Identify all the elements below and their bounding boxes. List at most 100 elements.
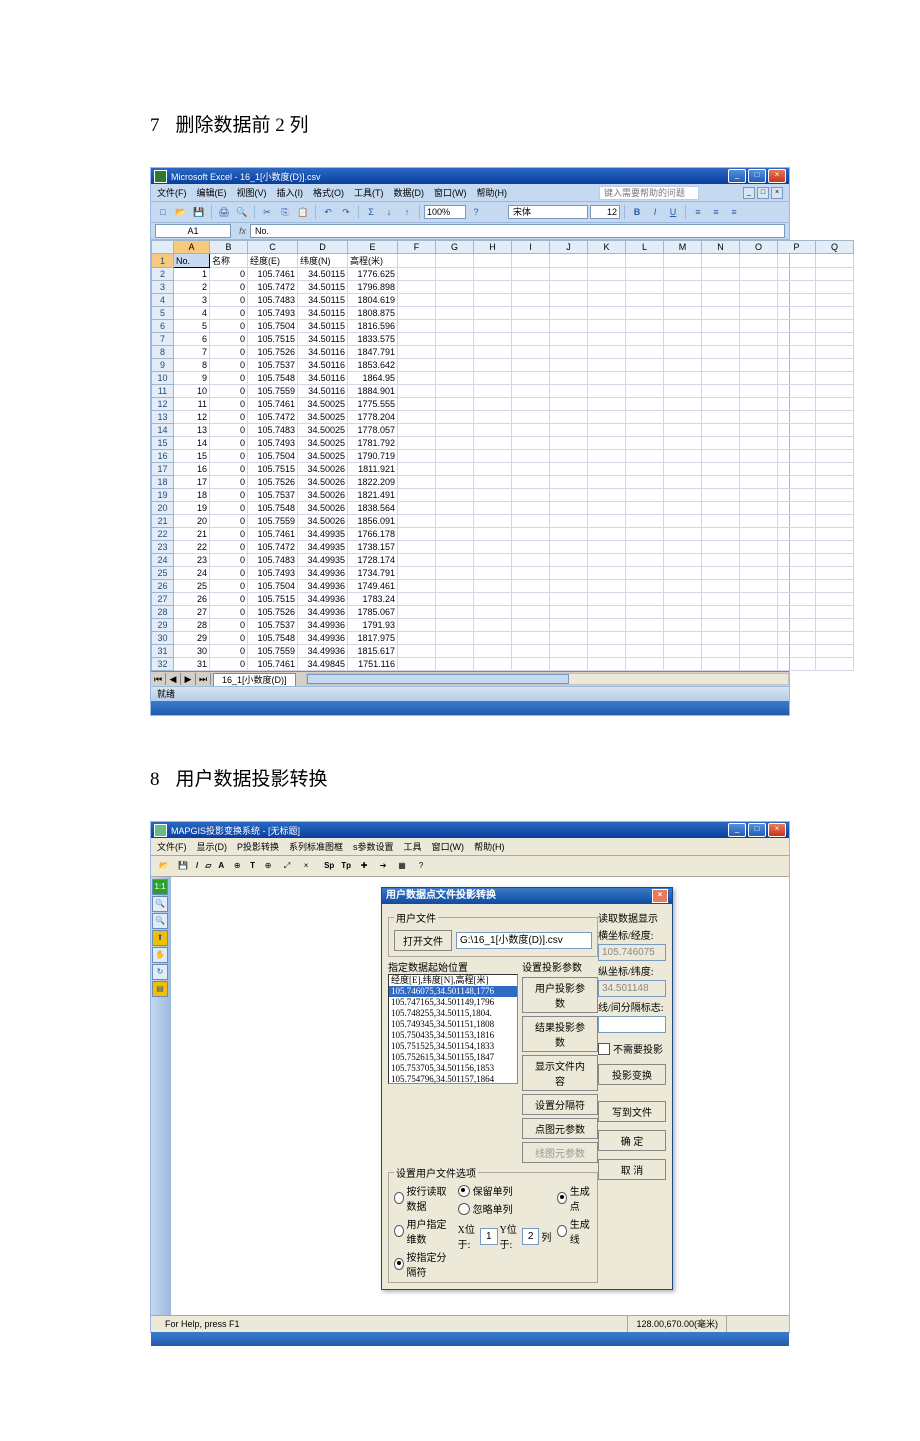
home-icon[interactable]: ⬆ [152,930,168,946]
tool-x[interactable]: × [297,858,315,874]
menu-window[interactable]: 窗口(W) [432,840,465,853]
no-proj-checkbox[interactable]: 不需要投影 [598,1041,666,1056]
table-row[interactable]: 210105.746134.501151776.625 [152,268,854,281]
table-row[interactable]: 28270105.752634.499361785.067 [152,606,854,619]
menu-window[interactable]: 窗口(W) [434,186,467,199]
table-row[interactable]: 870105.752634.501161847.791 [152,346,854,359]
zoom-combo[interactable]: 100% [424,205,466,219]
tool-Tp[interactable]: Tp [338,858,354,874]
tool-target[interactable]: ⊕ [228,858,246,874]
tool-line[interactable]: / [193,858,201,874]
maximize-button[interactable]: □ [748,823,766,837]
table-row[interactable]: 980105.753734.501161853.642 [152,359,854,372]
paste-icon[interactable]: 📋 [295,204,311,220]
name-box[interactable]: A1 [155,224,231,238]
list-item[interactable]: 105.747165,34.501149,1796 [389,997,517,1008]
fontsize-combo[interactable]: 12 [590,205,620,219]
doc-close[interactable]: × [771,187,783,199]
new-icon[interactable]: □ [155,204,171,220]
proj-transform-button[interactable]: 投影变换 [598,1064,666,1085]
x-pos-field[interactable]: 1 [480,1228,498,1245]
open-icon[interactable]: 📂 [155,858,173,874]
table-row[interactable]: 29280105.753734.499361791.93 [152,619,854,632]
user-proj-button[interactable]: 用户投影参数 [522,977,598,1013]
formula-bar[interactable]: No. [250,224,785,238]
table-row[interactable]: 1090105.754834.501161864.95 [152,372,854,385]
col-hdr-D[interactable]: D [298,241,348,254]
menu-file[interactable]: 文件(F) [157,186,187,199]
dialog-close-icon[interactable]: × [652,889,668,903]
tab-next-icon[interactable]: ▶ [181,673,196,685]
radio-by-row[interactable]: 按行读取数据 [394,1183,452,1213]
col-hdr-E[interactable]: E [348,241,398,254]
sort-desc-icon[interactable]: ↑ [399,204,415,220]
radio-gen-line[interactable]: 生成线 [557,1216,592,1246]
sort-asc-icon[interactable]: ↓ [381,204,397,220]
print-icon[interactable]: 🖨 [216,204,232,220]
table-row[interactable]: 19180105.753734.500261821.491 [152,489,854,502]
table-row[interactable]: 20190105.754834.500261838.564 [152,502,854,515]
menu-display[interactable]: 显示(D) [197,840,228,853]
zoom-out-icon[interactable]: 🔍 [152,913,168,929]
sum-icon[interactable]: Σ [363,204,379,220]
fx-icon[interactable]: fx [239,226,246,236]
ratio-icon[interactable]: 1:1 [152,879,168,895]
redo-icon[interactable]: ↷ [338,204,354,220]
cut-icon[interactable]: ✂ [259,204,275,220]
tool-plus[interactable]: ✚ [355,858,373,874]
radio-gen-point[interactable]: 生成点 [557,1183,592,1213]
zoom-in-icon[interactable]: 🔍 [152,896,168,912]
table-row[interactable]: 650105.750434.501151816.596 [152,320,854,333]
bold-icon[interactable]: B [629,204,645,220]
tab-first-icon[interactable]: ⏮ [151,673,166,685]
list-item[interactable]: 经度[E],纬度[N],高程[米] [389,975,517,986]
preview-icon[interactable]: 🔍 [234,204,250,220]
menu-param[interactable]: s参数设置 [353,840,394,853]
minimize-button[interactable]: _ [728,169,746,183]
close-button[interactable]: × [768,823,786,837]
list-item[interactable]: 105.750435,34.501153,1816 [389,1030,517,1041]
line-delim-field[interactable] [598,1016,666,1033]
pan-icon[interactable]: ✋ [152,947,168,963]
table-row[interactable]: 23220105.747234.499351738.157 [152,541,854,554]
table-row[interactable]: 18170105.752634.500261822.209 [152,476,854,489]
menu-tool[interactable]: 工具 [404,840,422,853]
list-item[interactable]: 105.754796,34.501157,1864 [389,1074,517,1084]
layer-icon[interactable]: ▤ [152,981,168,997]
table-row[interactable]: 31300105.755934.499361815.617 [152,645,854,658]
table-row[interactable]: 760105.751534.501151833.575 [152,333,854,346]
cancel-button[interactable]: 取 消 [598,1159,666,1180]
list-item[interactable]: 105.748255,34.50115,1804. [389,1008,517,1019]
table-row[interactable]: 25240105.749334.499361734.791 [152,567,854,580]
table-row[interactable]: 30290105.754834.499361817.975 [152,632,854,645]
write-file-button[interactable]: 写到文件 [598,1101,666,1122]
open-file-button[interactable]: 打开文件 [394,930,452,951]
table-row[interactable]: 32310105.746134.498451751.116 [152,658,854,671]
open-icon[interactable]: 📂 [173,204,189,220]
table-row[interactable]: 11100105.755934.501161884.901 [152,385,854,398]
menu-frame[interactable]: 系列标准图框 [289,840,343,853]
table-row[interactable]: 14130105.748334.500251778.057 [152,424,854,437]
tool-arrow[interactable]: ➔ [374,858,392,874]
radio-keep-col[interactable]: 保留单列 [458,1183,552,1198]
tool-scale[interactable]: ⤢ [278,858,296,874]
menu-help[interactable]: 帮助(H) [477,186,508,199]
font-combo[interactable]: 宋体 [508,205,588,219]
menu-view[interactable]: 视图(V) [237,186,267,199]
radio-user-dim[interactable]: 用户指定维数 [394,1216,452,1246]
tool-Sp[interactable]: Sp [321,858,337,874]
tab-last-icon[interactable]: ⏭ [196,673,211,685]
align-left-icon[interactable]: ≡ [690,204,706,220]
menu-edit[interactable]: 编辑(E) [197,186,227,199]
col-hdr-B[interactable]: B [210,241,248,254]
save-icon[interactable]: 💾 [191,204,207,220]
menu-tools[interactable]: 工具(T) [354,186,384,199]
table-row[interactable]: 12110105.746134.500251775.555 [152,398,854,411]
cell-A1[interactable]: No. [174,254,210,268]
tool-grid[interactable]: ▦ [393,858,411,874]
underline-icon[interactable]: U [665,204,681,220]
data-listbox[interactable]: 经度[E],纬度[N],高程[米]105.746075,34.501148,17… [388,974,518,1084]
table-row[interactable]: 320105.747234.501151796.898 [152,281,854,294]
show-content-button[interactable]: 显示文件内容 [522,1055,598,1091]
menu-help[interactable]: 帮助(H) [474,840,505,853]
